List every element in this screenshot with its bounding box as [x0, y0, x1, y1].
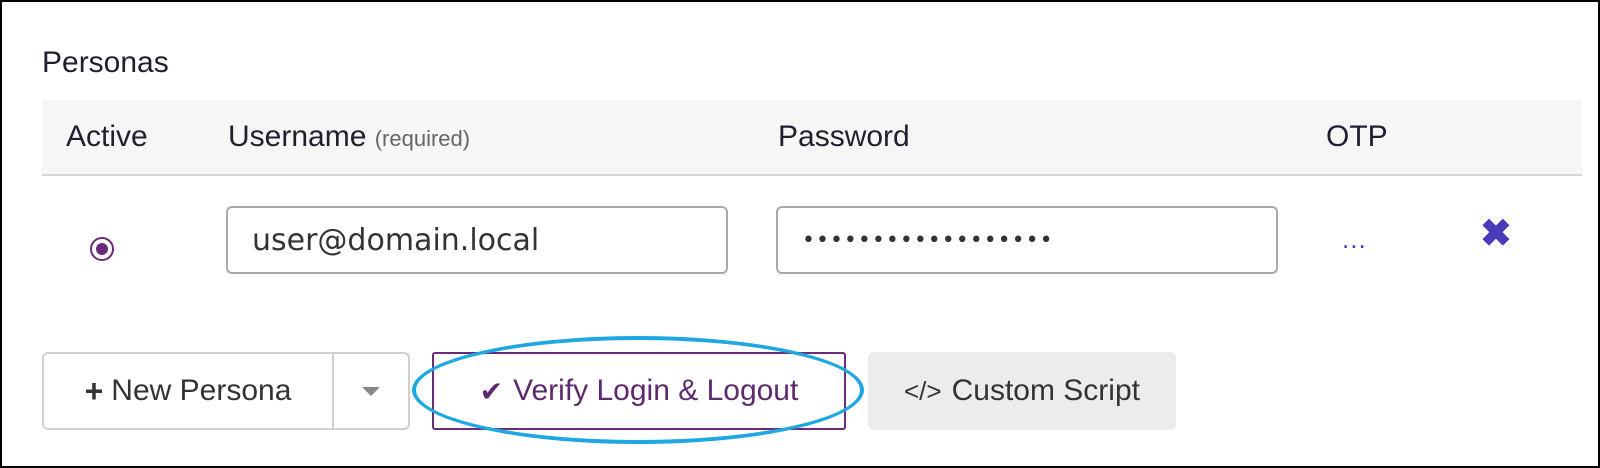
section-title: Personas [42, 46, 169, 79]
password-field[interactable]: •••••••••••••••••• [776, 206, 1278, 274]
custom-script-button[interactable]: </> Custom Script [868, 352, 1176, 430]
delete-persona-icon[interactable]: ✖ [1480, 211, 1512, 256]
otp-more-icon[interactable]: ... [1342, 224, 1367, 255]
new-persona-label: New Persona [111, 374, 292, 407]
header-active: Active [66, 120, 148, 153]
username-field[interactable]: user@domain.local [226, 206, 728, 274]
table-header: Active Username (required) Password OTP [42, 100, 1582, 176]
header-username-label: Username [228, 120, 367, 153]
header-username-hint: (required) [374, 126, 471, 151]
new-persona-dropdown-toggle[interactable] [334, 354, 408, 428]
personas-panel: Personas Active Username (required) Pass… [0, 0, 1600, 468]
custom-script-label: Custom Script [951, 374, 1140, 407]
plus-icon: + [84, 372, 104, 409]
code-icon: </> [904, 375, 942, 406]
new-persona-button-group: + New Persona [42, 352, 410, 430]
chevron-down-icon [362, 386, 380, 396]
header-username: Username (required) [228, 120, 470, 154]
header-otp: OTP [1326, 120, 1388, 153]
active-radio[interactable] [90, 237, 114, 261]
header-password: Password [778, 120, 910, 153]
highlight-annotation-ring [412, 336, 864, 444]
new-persona-button[interactable]: + New Persona [44, 354, 334, 428]
